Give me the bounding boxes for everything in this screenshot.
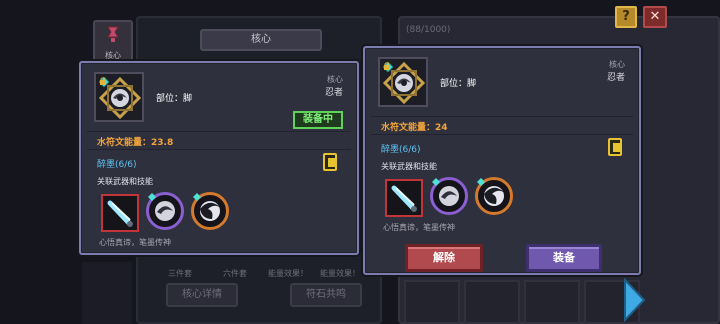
related-weapon-slot[interactable] [101,194,139,232]
help-button[interactable]: ? [615,6,637,28]
divider [371,116,633,117]
lock-icon [384,62,390,70]
lock-icon [100,77,106,85]
item-slot[interactable] [378,57,428,107]
left-edge-shade [82,262,132,324]
related-skill-1[interactable] [430,177,468,215]
energy-effect-1: 能量效果！ [268,269,308,278]
related-skill-1[interactable] [146,192,184,230]
set-bonus-3: 三件套 [168,269,192,278]
energy-effect-2: 能量效果！ [320,269,360,278]
divider [371,134,633,135]
set-bonus-6: 六件套 [223,269,247,278]
item-part-label: 部位：脚 [156,94,193,104]
close-button[interactable]: ✕ [643,6,667,28]
cyan-gem-icon [148,193,156,201]
inventory-count: (88/1000) [406,25,451,35]
item-class: 忍者 [324,88,343,98]
rune-resonance-button[interactable]: 符石共鸣 [290,283,362,307]
item-description: 心悟真谛，笔墨传神 [383,223,455,232]
equipped-badge: 装备中 [293,111,343,129]
item-class: 忍者 [606,73,625,83]
cyan-gem-icon [193,193,201,201]
related-skill-2[interactable] [475,177,513,215]
divider [87,131,351,132]
item-part-label: 部位：脚 [440,79,477,89]
item-category: 核心 [609,60,625,69]
item-description: 心悟真谛，笔墨传神 [99,238,171,247]
inventory-slot[interactable] [404,280,460,324]
inventory-grid [404,280,654,324]
related-skill-2[interactable] [191,192,229,230]
cyan-gem-icon [477,178,485,186]
related-weapon-slot[interactable] [385,179,423,217]
equip-button[interactable]: 装备 [526,244,602,272]
ink-brush-weapon-icon [107,200,133,227]
ink-brush-weapon-icon [391,185,417,212]
water-rune-energy: 水符文能量：23.8 [97,138,174,148]
ink-bottle-icon[interactable] [323,153,337,171]
next-page-arrow-icon[interactable] [622,278,646,322]
ink-stat: 醉墨(6/6) [381,145,421,155]
core-side-tab-label: 核心 [105,51,121,60]
related-weapons-title: 关联武器和技能 [381,162,437,171]
item-category: 核心 [327,75,343,84]
item-slot[interactable] [94,72,144,122]
core-side-tab[interactable]: 核心 [93,20,133,64]
unequip-button[interactable]: 解除 [405,244,483,272]
inventory-slot[interactable] [524,280,580,324]
equipped-item-card: 部位：脚 核心 忍者 装备中 水符文能量：23.8 醉墨(6/6) 关联武器和技… [79,61,359,255]
inventory-slot[interactable] [464,280,520,324]
selected-item-card: 部位：脚 核心 忍者 水符文能量：24 醉墨(6/6) 关联武器和技能 心悟真谛… [363,46,641,275]
cyan-gem-icon [432,178,440,186]
core-detail-button[interactable]: 核心详情 [166,283,238,307]
ink-bottle-icon[interactable] [608,138,622,156]
related-weapons-title: 关联武器和技能 [97,177,153,186]
divider [87,149,351,150]
ink-stat: 醉墨(6/6) [97,160,137,170]
water-rune-energy: 水符文能量：24 [381,123,448,133]
tab-core[interactable]: 核心 [200,29,322,51]
core-symbol-icon [107,26,119,42]
